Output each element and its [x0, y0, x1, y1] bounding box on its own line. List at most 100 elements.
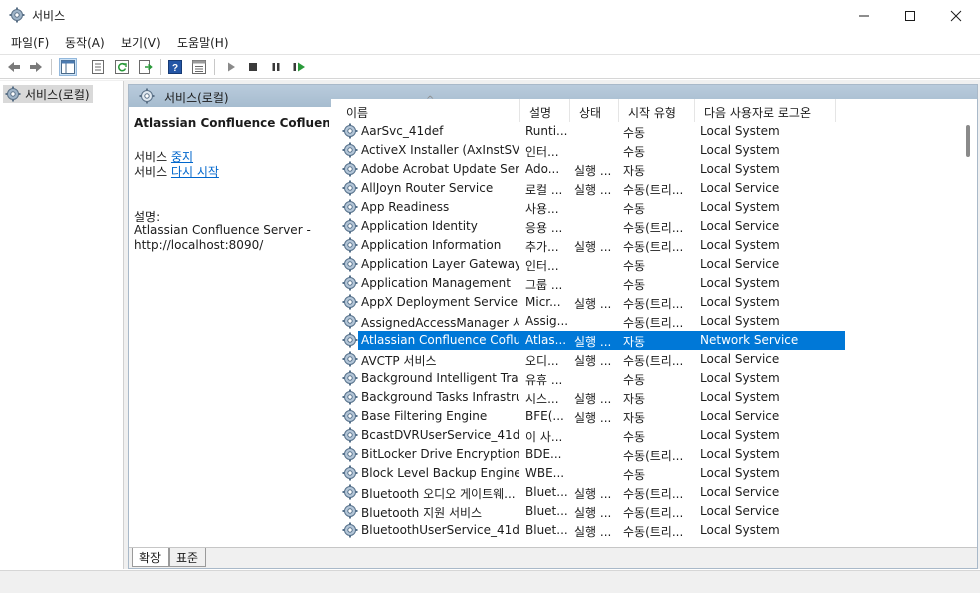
vertical-scrollbar[interactable] — [961, 107, 977, 548]
refresh-icon — [115, 60, 129, 74]
service-startup-type: 수동 — [623, 202, 646, 216]
service-logon-as: Local System — [700, 143, 780, 157]
title-bar: 서비스 — [0, 0, 980, 31]
service-name: Bluetooth 오디오 게이트웨... — [361, 487, 516, 501]
service-name: Application Management — [361, 276, 511, 290]
service-row[interactable]: Block Level Backup Engine ... WBE... 수동 Loc… — [341, 464, 837, 483]
service-gear-icon — [342, 446, 358, 462]
column-header-logon[interactable]: 다음 사용자로 로그온 — [695, 99, 836, 122]
scrollbar-thumb[interactable] — [966, 125, 970, 157]
column-header-description[interactable]: 설명 — [520, 99, 570, 122]
service-logon-as: Local System — [700, 523, 780, 537]
service-name: BluetoothUserService_41def — [361, 523, 519, 537]
service-row[interactable]: Base Filtering Engine BFE(... 실행 ... 자동 Loca… — [341, 407, 837, 426]
service-gear-icon — [342, 351, 358, 367]
service-name: BcastDVRUserService_41def — [361, 428, 519, 442]
tree-item-services-local[interactable]: 서비스(로컬) — [3, 85, 93, 103]
service-row[interactable]: Atlassian Confluence Coflu... Atlas... 실행 … — [341, 331, 845, 350]
menu-action[interactable]: 동작(A) — [65, 34, 105, 51]
menu-view[interactable]: 보기(V) — [121, 34, 161, 51]
service-logon-as: Local System — [700, 200, 780, 214]
service-status: 실행 ... — [574, 183, 612, 197]
forward-icon — [30, 62, 42, 72]
service-gear-icon — [342, 408, 358, 424]
stop-service-button[interactable] — [244, 58, 262, 76]
service-row[interactable]: AllJoyn Router Service 로컬 ... 실행 ... 수동(트리.… — [341, 179, 837, 198]
service-row[interactable]: Background Tasks Infrastru... 시스... 실행 ...… — [341, 388, 837, 407]
toolbar: ? — [0, 54, 980, 79]
services-gear-icon — [5, 86, 21, 102]
export-list-button[interactable] — [137, 58, 155, 76]
service-row[interactable]: AVCTP 서비스 오디... 실행 ... 수동(트리... Local Servic… — [341, 350, 837, 369]
tab-standard[interactable]: 표준 — [169, 548, 207, 567]
stop-icon — [249, 63, 257, 71]
service-logon-as: Local Service — [700, 257, 780, 271]
service-logon-as: Local System — [700, 428, 780, 442]
service-row[interactable]: Application Identity 응용 ... 수동(트리... Local … — [341, 217, 837, 236]
service-logon-as: Local System — [700, 371, 780, 385]
help-button[interactable]: ? — [166, 58, 184, 76]
console-tree-button[interactable] — [59, 58, 77, 76]
service-gear-icon — [342, 123, 358, 139]
tab-extended[interactable]: 확장 — [132, 548, 170, 567]
service-description: 유휴 ... — [525, 373, 563, 387]
service-description: BDE... — [525, 447, 562, 461]
service-logon-as: Local System — [700, 466, 780, 480]
forward-button[interactable] — [27, 58, 45, 76]
maximize-icon — [905, 10, 915, 21]
service-gear-icon — [342, 313, 358, 329]
pause-service-button[interactable] — [267, 58, 285, 76]
service-row[interactable]: AarSvc_41def Runti... 수동 Local System — [341, 122, 837, 141]
service-logon-as: Local System — [700, 314, 780, 328]
column-header-name[interactable]: 이름 — [337, 99, 520, 122]
back-button[interactable] — [5, 58, 23, 76]
description-panel: Atlassian Confluence Cofluence 서비스 중지 서비… — [129, 107, 329, 547]
service-description: 사용... — [525, 202, 559, 216]
service-row[interactable]: Application Information 추가... 실행 ... 수동(트리.… — [341, 236, 837, 255]
menu-file[interactable]: 파일(F) — [11, 34, 49, 51]
service-startup-type: 수동(트리... — [623, 221, 684, 235]
service-name: AVCTP 서비스 — [361, 354, 437, 368]
restart-service-link[interactable]: 다시 시작 — [171, 165, 219, 179]
service-startup-type: 수동 — [623, 126, 646, 140]
service-logon-as: Local Service — [700, 485, 780, 499]
maximize-button[interactable] — [887, 0, 933, 31]
service-row[interactable]: BluetoothUserService_41def Bluet... 실행 ...… — [341, 521, 837, 540]
service-gear-icon — [342, 522, 358, 538]
details-view-button[interactable] — [190, 58, 208, 76]
service-logon-as: Local System — [700, 124, 780, 138]
service-startup-type: 자동 — [623, 392, 646, 406]
service-row[interactable]: AssignedAccessManager 서... Assig... 수동(트리.… — [341, 312, 837, 331]
service-row[interactable]: BcastDVRUserService_41def 이 사... 수동 Local S… — [341, 426, 837, 445]
service-row[interactable]: Bluetooth 오디오 게이트웨... Bluet... 실행 ... 수동(트리… — [341, 483, 837, 502]
start-service-button[interactable] — [222, 58, 240, 76]
status-bar — [0, 570, 980, 593]
service-description: WBE... — [525, 466, 565, 480]
stop-service-link[interactable]: 중지 — [171, 150, 193, 164]
service-row[interactable]: Adobe Acrobat Update Ser... Ado... 실행 ... 자… — [341, 160, 837, 179]
service-row[interactable]: Background Intelligent Tra... 유휴 ... 수동 Loc… — [341, 369, 837, 388]
close-button[interactable] — [933, 0, 979, 31]
service-row[interactable]: ActiveX Installer (AxInstSV) 인터... 수동 Local… — [341, 141, 837, 160]
service-row[interactable]: BitLocker Drive Encryption ... BDE... 수동(트… — [341, 445, 837, 464]
tree-item-label: 서비스(로컬) — [25, 87, 90, 102]
column-header-status[interactable]: 상태 — [570, 99, 619, 122]
toolbar-separator — [214, 59, 215, 75]
service-row[interactable]: Application Management 그룹 ... 수동 Local Syst… — [341, 274, 837, 293]
services-gear-icon — [139, 88, 155, 104]
svg-text:?: ? — [172, 63, 178, 74]
service-row[interactable]: Application Layer Gateway ... 인터... 수동 Loca… — [341, 255, 837, 274]
menu-help[interactable]: 도움말(H) — [177, 34, 229, 51]
column-header-startup-type[interactable]: 시작 유형 — [619, 99, 695, 122]
service-row[interactable]: App Readiness 사용... 수동 Local System — [341, 198, 837, 217]
service-row[interactable]: Bluetooth 지원 서비스 Bluet... 실행 ... 수동(트리... Lo… — [341, 502, 837, 521]
service-description: BFE(... — [525, 409, 564, 423]
minimize-button[interactable] — [841, 0, 887, 31]
refresh-button[interactable] — [113, 58, 131, 76]
properties-button[interactable] — [89, 58, 107, 76]
service-logon-as: Local Service — [700, 352, 780, 366]
restart-service-button[interactable] — [290, 58, 308, 76]
service-logon-as: Local Service — [700, 219, 780, 233]
service-row[interactable]: AppX Deployment Service ... Micr... 실행 ...… — [341, 293, 837, 312]
service-name: Adobe Acrobat Update Ser... — [361, 162, 519, 176]
